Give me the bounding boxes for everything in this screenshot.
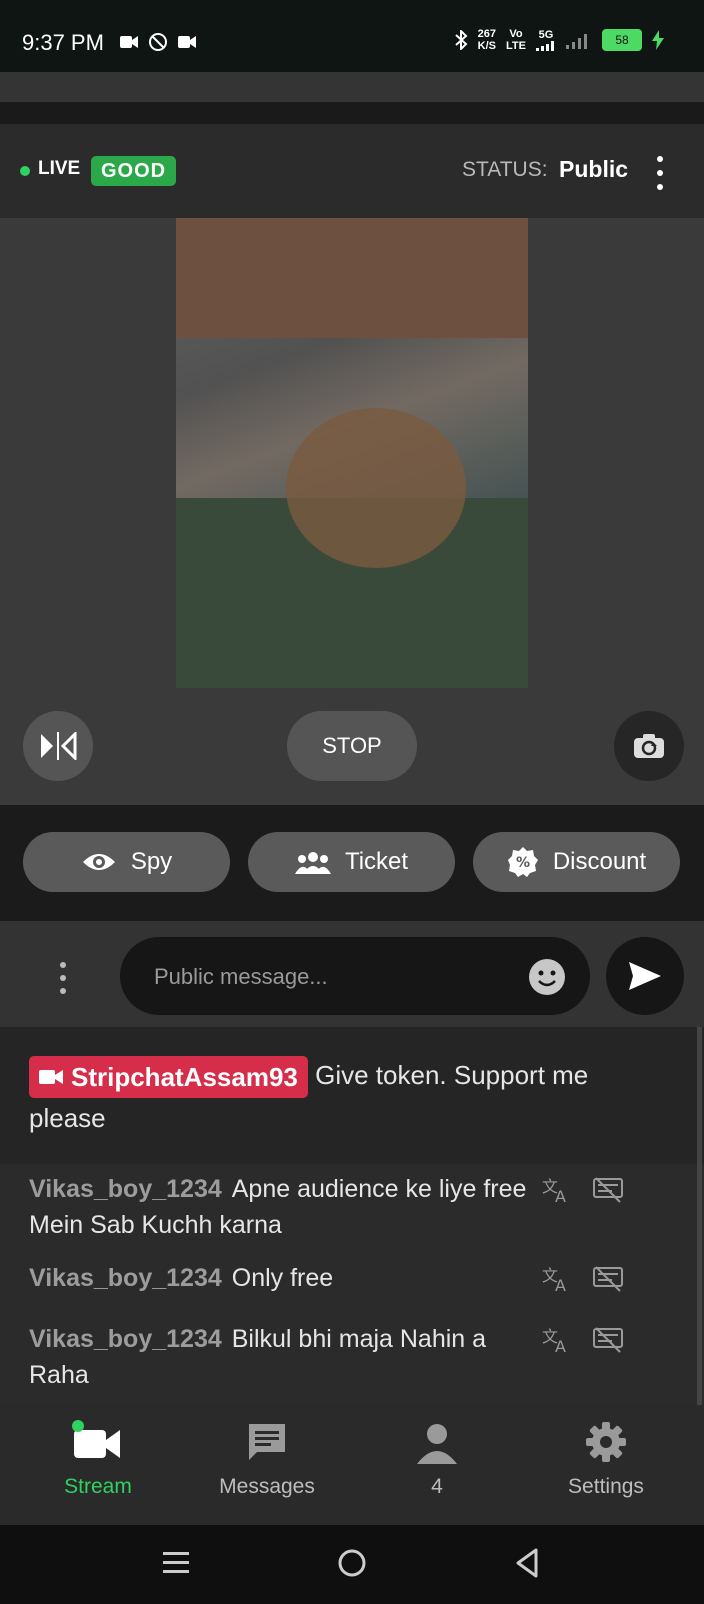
live-label: LIVE <box>38 158 81 179</box>
send-icon <box>629 962 661 990</box>
vpn-icon <box>149 33 167 51</box>
chat-scrollbar[interactable] <box>697 1027 702 1405</box>
network-speed-unit: K/S <box>477 40 497 52</box>
signal-icon <box>536 41 554 51</box>
video-notification-icon <box>120 36 138 48</box>
quality-badge: GOOD <box>91 156 177 186</box>
back-icon[interactable] <box>514 1547 540 1579</box>
volte-indicator: Vo LTE <box>506 28 526 52</box>
user-icon <box>417 1424 457 1464</box>
status-value[interactable]: Public <box>559 156 628 183</box>
percent-icon: % <box>507 847 538 877</box>
switch-camera-icon <box>634 734 664 758</box>
notification-icons <box>120 32 196 52</box>
eye-icon <box>82 854 115 870</box>
gear-icon <box>586 1422 626 1462</box>
stop-stream-button[interactable]: STOP <box>287 711 417 781</box>
clock: 9:37 PM <box>22 30 104 55</box>
network-type-label: 5G <box>538 29 554 41</box>
composer-options-icon[interactable] <box>60 962 66 994</box>
hide-message-icon[interactable] <box>592 1265 624 1293</box>
tab-stream-label: Stream <box>64 1475 132 1498</box>
video-preview <box>176 218 528 688</box>
network-speed: 267 K/S <box>478 28 496 52</box>
tab-messages[interactable]: Messages <box>207 1420 327 1499</box>
discount-button[interactable]: % Discount <box>473 832 680 892</box>
chat-username[interactable]: Vikas_boy_1234 <box>29 1325 222 1353</box>
message-field-container <box>120 937 590 1015</box>
chat-message-actions: 文A <box>542 1265 624 1293</box>
translate-icon[interactable]: 文A <box>542 1326 572 1354</box>
svg-text:%: % <box>516 855 530 871</box>
broadcaster-tag[interactable]: StripchatAssam93 <box>29 1056 308 1099</box>
translate-icon[interactable]: 文A <box>542 1176 572 1204</box>
tab-messages-label: Messages <box>219 1475 315 1498</box>
status-label: STATUS: <box>462 158 548 181</box>
chat-message: Vikas_boy_1234 Bilkul bhi maja Nahin a Ra… <box>29 1321 529 1393</box>
emoji-icon[interactable] <box>528 958 566 996</box>
chat-message-text: Only free <box>231 1264 334 1292</box>
live-dot-icon <box>20 166 30 176</box>
system-indicators: 267 K/S Vo LTE 5G 58 <box>454 28 664 52</box>
bluetooth-icon <box>455 30 468 50</box>
more-options-icon[interactable] <box>652 156 668 190</box>
home-icon[interactable] <box>337 1548 367 1578</box>
volte-top: Vo <box>509 28 523 40</box>
switch-camera-button[interactable] <box>614 711 684 781</box>
video-camera-icon <box>72 1420 120 1458</box>
mirror-icon <box>41 732 77 760</box>
battery-indicator: 58 <box>602 29 642 51</box>
hide-message-icon[interactable] <box>592 1176 624 1204</box>
broadcaster-message: StripchatAssam93 Give token. Support me … <box>29 1055 669 1138</box>
ticket-button[interactable]: Ticket <box>248 832 455 892</box>
chat-message-actions: 文A <box>542 1326 624 1354</box>
public-message-input[interactable] <box>152 957 516 997</box>
charging-icon <box>652 30 664 50</box>
spy-label: Spy <box>130 848 173 875</box>
system-navigation-bar <box>0 1525 704 1604</box>
hide-message-icon[interactable] <box>592 1326 624 1354</box>
broadcaster-username: StripchatAssam93 <box>71 1062 298 1093</box>
svg-text:A: A <box>555 1337 566 1354</box>
chat-message-actions: 文A <box>542 1176 624 1204</box>
volte-bottom: LTE <box>506 40 526 52</box>
tab-settings[interactable]: Settings <box>546 1420 666 1499</box>
translate-icon[interactable]: 文A <box>542 1265 572 1293</box>
previous-screen-strip <box>0 72 704 102</box>
network-speed-value: 267 <box>477 28 497 40</box>
mirror-button[interactable] <box>23 711 93 781</box>
group-icon <box>294 852 331 874</box>
camera-notification-icon <box>178 36 196 48</box>
chat-message: Vikas_boy_1234 Only free <box>29 1260 529 1296</box>
recents-icon[interactable] <box>162 1549 190 1577</box>
divider <box>0 102 704 124</box>
tab-viewers[interactable]: 4 <box>377 1420 497 1499</box>
system-status-bar: 9:37 PM 267 K/S Vo LTE 5G 58 <box>0 0 704 72</box>
discount-label: Discount <box>552 848 647 875</box>
viewer-count: 4 <box>431 1475 443 1498</box>
chat-username[interactable]: Vikas_boy_1234 <box>29 1175 222 1203</box>
network-type: 5G <box>536 29 556 51</box>
signal-strength-icon <box>566 34 587 49</box>
video-frame-placeholder <box>176 218 528 688</box>
chat-username[interactable]: Vikas_boy_1234 <box>29 1264 222 1292</box>
chat-message: Vikas_boy_1234 Apne audience ke liye free… <box>29 1171 529 1243</box>
svg-text:A: A <box>555 1276 566 1293</box>
tab-settings-label: Settings <box>568 1475 644 1498</box>
svg-text:A: A <box>555 1187 566 1204</box>
tab-stream[interactable]: Stream <box>38 1420 158 1499</box>
spy-button[interactable]: Spy <box>23 832 230 892</box>
send-button[interactable] <box>606 937 684 1015</box>
camera-icon <box>39 1070 63 1085</box>
message-icon <box>249 1424 285 1460</box>
ticket-label: Ticket <box>344 848 409 875</box>
